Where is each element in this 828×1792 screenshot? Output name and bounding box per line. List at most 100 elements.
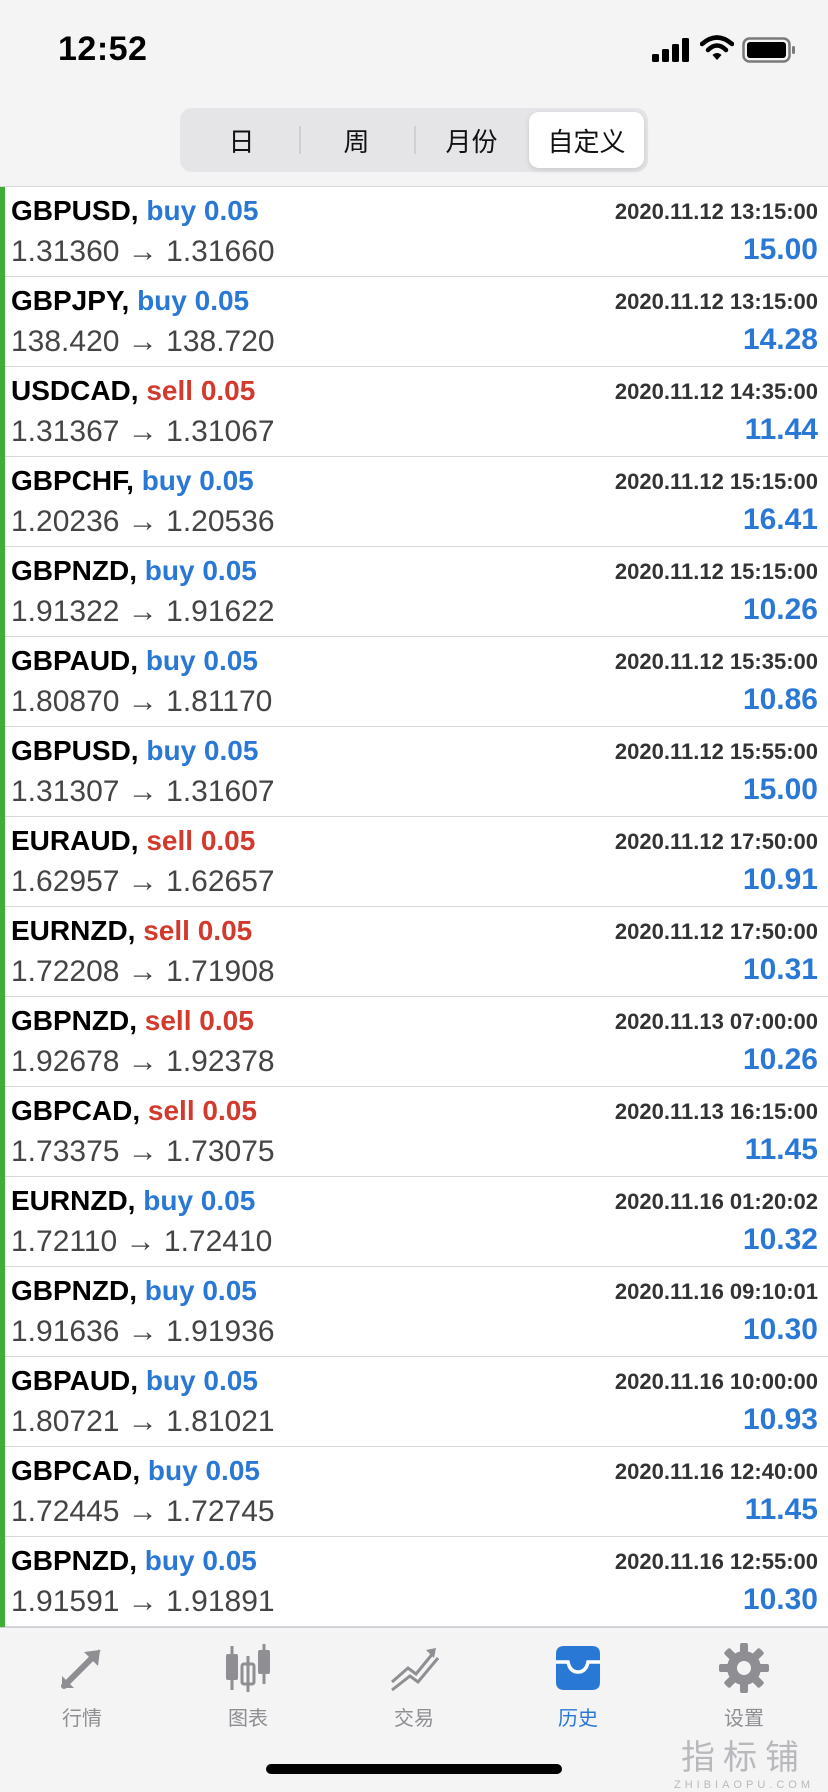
trade-row[interactable]: GBPAUD, buy 0.05 2020.11.12 15:35:00 1.8… bbox=[0, 637, 828, 727]
tab-quotes-label: 行情 bbox=[62, 1706, 102, 1730]
trade-symbol: GBPCHF, bbox=[11, 465, 134, 496]
quotes-arrows-icon bbox=[61, 1648, 102, 1689]
tab-trade-label: 交易 bbox=[394, 1706, 434, 1730]
battery-icon bbox=[742, 37, 795, 63]
price-arrow-icon: → bbox=[127, 685, 158, 718]
tab-settings[interactable]: 设置 bbox=[684, 1640, 804, 1740]
segment-week[interactable]: 周 bbox=[299, 112, 414, 168]
price-arrow-icon: → bbox=[127, 865, 158, 898]
home-indicator[interactable] bbox=[266, 1764, 562, 1774]
trade-symbol-line: GBPUSD, buy 0.05 bbox=[11, 195, 258, 227]
trade-close-price: 1.72745 bbox=[166, 1495, 275, 1528]
trade-close-price: 1.81021 bbox=[166, 1405, 275, 1438]
trade-row[interactable]: EURNZD, buy 0.05 2020.11.16 01:20:02 1.7… bbox=[0, 1177, 828, 1267]
trade-row[interactable]: USDCAD, sell 0.05 2020.11.12 14:35:00 1.… bbox=[0, 367, 828, 457]
trade-profit: 11.45 bbox=[744, 1133, 818, 1166]
trade-open-price: 1.92678 bbox=[11, 1045, 120, 1078]
trade-row[interactable]: GBPNZD, buy 0.05 2020.11.12 15:15:00 1.9… bbox=[0, 547, 828, 637]
trade-profit: 10.31 bbox=[742, 953, 818, 986]
segment-month[interactable]: 月份 bbox=[414, 112, 529, 168]
trade-side-volume: sell 0.05 bbox=[143, 915, 252, 946]
trade-close-price: 1.81170 bbox=[166, 685, 273, 718]
tab-history[interactable]: 历史 bbox=[518, 1640, 638, 1740]
trade-side-volume: sell 0.05 bbox=[148, 1095, 257, 1126]
trade-volume: 0.05 bbox=[199, 1005, 254, 1036]
trade-prices: 1.31367 → 1.31067 bbox=[11, 415, 275, 449]
trade-symbol: EURNZD, bbox=[11, 1185, 136, 1216]
trade-symbol-line: GBPNZD, sell 0.05 bbox=[11, 1005, 254, 1037]
tab-quotes[interactable]: 行情 bbox=[22, 1640, 142, 1740]
trade-close-price: 1.31607 bbox=[166, 775, 275, 808]
trade-close-time: 2020.11.16 10:00:00 bbox=[614, 1369, 818, 1394]
trade-row[interactable]: GBPNZD, buy 0.05 2020.11.16 09:10:01 1.9… bbox=[0, 1267, 828, 1357]
trade-history-list[interactable]: GBPUSD, buy 0.05 2020.11.12 13:15:00 1.3… bbox=[0, 186, 828, 1627]
trade-row[interactable]: GBPCAD, sell 0.05 2020.11.13 16:15:00 1.… bbox=[0, 1087, 828, 1177]
trade-side-volume: buy 0.05 bbox=[143, 1185, 255, 1216]
trade-volume: 0.05 bbox=[203, 1365, 258, 1396]
watermark-cn: 指标铺 bbox=[680, 1738, 807, 1778]
trade-side-volume: buy 0.05 bbox=[148, 1455, 260, 1486]
trade-profit: 10.30 bbox=[742, 1583, 818, 1616]
trade-profit: 10.26 bbox=[742, 593, 818, 626]
trade-side: buy bbox=[144, 555, 195, 586]
trade-side: sell bbox=[143, 915, 190, 946]
trade-row[interactable]: EURNZD, sell 0.05 2020.11.12 17:50:00 1.… bbox=[0, 907, 828, 997]
trade-profit: 10.93 bbox=[742, 1403, 818, 1436]
trade-row[interactable]: GBPNZD, sell 0.05 2020.11.13 07:00:00 1.… bbox=[0, 997, 828, 1087]
site-watermark: 指标铺 ZHIBIAOPU.COM bbox=[674, 1730, 814, 1791]
price-arrow-icon: → bbox=[127, 595, 158, 628]
trade-row[interactable]: GBPAUD, buy 0.05 2020.11.16 10:00:00 1.8… bbox=[0, 1357, 828, 1447]
segment-custom[interactable]: 自定义 bbox=[529, 112, 644, 168]
trade-prices: 1.91591 → 1.91891 bbox=[11, 1585, 275, 1619]
trade-prices: 1.20236 → 1.20536 bbox=[11, 505, 275, 539]
trade-side: buy bbox=[144, 1545, 195, 1576]
trade-volume: 0.05 bbox=[202, 555, 257, 586]
trade-symbol: GBPNZD, bbox=[11, 1545, 137, 1576]
price-arrow-icon: → bbox=[127, 1495, 158, 1528]
trade-symbol-line: GBPCAD, sell 0.05 bbox=[11, 1095, 257, 1127]
trade-row[interactable]: EURAUD, sell 0.05 2020.11.12 17:50:00 1.… bbox=[0, 817, 828, 907]
trade-side-volume: sell 0.05 bbox=[145, 1005, 254, 1036]
trade-row[interactable]: GBPUSD, buy 0.05 2020.11.12 13:15:00 1.3… bbox=[0, 187, 828, 277]
trade-profit: 10.26 bbox=[742, 1043, 818, 1076]
trade-side-volume: buy 0.05 bbox=[145, 555, 257, 586]
trade-side-volume: sell 0.05 bbox=[146, 825, 255, 856]
trade-row[interactable]: GBPJPY, buy 0.05 2020.11.12 13:15:00 138… bbox=[0, 277, 828, 367]
segment-day[interactable]: 日 bbox=[184, 112, 299, 168]
trade-side-volume: buy 0.05 bbox=[142, 465, 254, 496]
trade-side: sell bbox=[146, 825, 194, 856]
trade-prices: 1.73375 → 1.73075 bbox=[11, 1135, 275, 1169]
trade-open-price: 1.31360 bbox=[11, 235, 120, 268]
trade-profit: 15.00 bbox=[742, 773, 818, 806]
trade-symbol: GBPUSD, bbox=[11, 735, 139, 766]
trade-open-price: 1.91322 bbox=[11, 595, 120, 628]
trade-symbol: EURNZD, bbox=[11, 915, 136, 946]
trade-close-time: 2020.11.12 17:50:00 bbox=[614, 919, 818, 944]
trade-side-volume: buy 0.05 bbox=[137, 285, 249, 316]
trade-symbol-line: GBPNZD, buy 0.05 bbox=[11, 555, 257, 587]
trade-row[interactable]: GBPCHF, buy 0.05 2020.11.12 15:15:00 1.2… bbox=[0, 457, 828, 547]
trade-profit: 16.41 bbox=[742, 503, 818, 536]
trade-side: buy bbox=[144, 1275, 195, 1306]
trade-side-volume: buy 0.05 bbox=[146, 645, 258, 676]
price-arrow-icon: → bbox=[127, 1135, 158, 1168]
trade-prices: 1.62957 → 1.62657 bbox=[11, 865, 275, 899]
trade-close-price: 1.20536 bbox=[166, 505, 275, 538]
trade-prices: 1.72445 → 1.72745 bbox=[11, 1495, 275, 1529]
tab-chart-label: 图表 bbox=[228, 1706, 268, 1730]
trade-close-price: 1.72410 bbox=[163, 1225, 273, 1258]
trade-close-price: 1.91891 bbox=[166, 1585, 275, 1618]
trade-row[interactable]: GBPNZD, buy 0.05 2020.11.16 12:55:00 1.9… bbox=[0, 1537, 828, 1627]
trade-open-price: 1.91591 bbox=[11, 1585, 120, 1618]
trade-profit: 11.44 bbox=[744, 413, 818, 446]
cellular-signal-icon bbox=[652, 38, 689, 62]
trade-open-price: 1.62957 bbox=[11, 865, 120, 898]
trade-row[interactable]: GBPUSD, buy 0.05 2020.11.12 15:55:00 1.3… bbox=[0, 727, 828, 817]
trade-symbol: GBPCAD, bbox=[11, 1455, 141, 1486]
trade-side-volume: buy 0.05 bbox=[145, 1275, 257, 1306]
tab-trade[interactable]: 交易 bbox=[354, 1640, 474, 1740]
trade-row[interactable]: GBPCAD, buy 0.05 2020.11.16 12:40:00 1.7… bbox=[0, 1447, 828, 1537]
tab-chart[interactable]: 图表 bbox=[188, 1640, 308, 1740]
trade-close-time: 2020.11.16 12:55:00 bbox=[614, 1549, 818, 1574]
trade-open-price: 1.20236 bbox=[11, 505, 120, 538]
